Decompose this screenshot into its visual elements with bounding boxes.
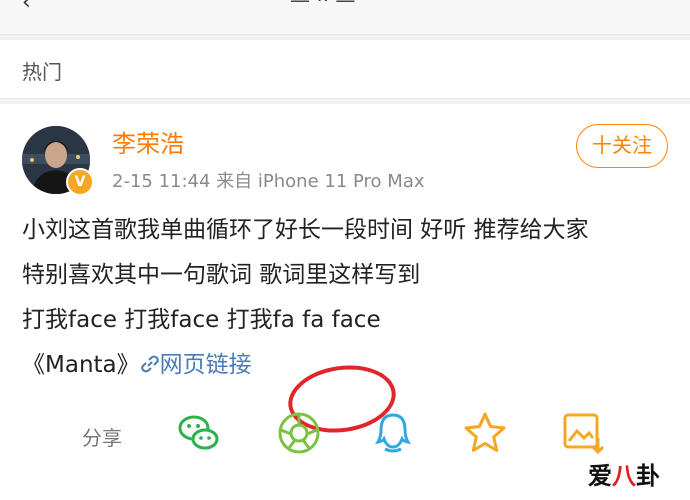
follow-button[interactable]: 十关注 <box>576 124 668 168</box>
section-label: 热门 <box>22 60 62 84</box>
share-label: 分享 <box>82 426 122 450</box>
verified-badge-icon: V <box>66 168 94 196</box>
post-text-line-3: 打我face 打我face 打我fa fa face <box>22 307 381 333</box>
qq-icon[interactable] <box>370 410 416 456</box>
save-image-icon[interactable] <box>560 410 606 456</box>
post-source: 来自 iPhone 11 Pro Max <box>216 171 425 192</box>
post-meta: 2-15 11:44 来自 iPhone 11 Pro Max <box>112 167 425 193</box>
post-text-line-2: 特别喜欢其中一句歌词 歌词里这样写到 <box>22 262 421 288</box>
song-title: 《Manta》 <box>22 352 140 378</box>
section-header: 热门 <box>0 40 690 99</box>
web-link-label: 网页链接 <box>159 352 252 378</box>
watermark-logo: 爱八卦 <box>588 462 660 490</box>
wechat-icon[interactable] <box>176 410 222 456</box>
moments-icon[interactable] <box>276 410 322 456</box>
post-timestamp: 2-15 11:44 <box>112 171 211 192</box>
favorite-icon[interactable] <box>462 410 508 456</box>
post-text-line-1: 小刘这首歌我单曲循环了好长一段时间 好听 推荐给大家 <box>22 217 589 243</box>
weibo-post: V 李荣浩 2-15 11:44 来自 iPhone 11 Pro Max 十关… <box>0 104 690 500</box>
top-bar: ‹ — ·· — <box>0 0 690 35</box>
back-icon[interactable]: ‹ <box>22 0 31 15</box>
author-name[interactable]: 李荣浩 <box>112 124 184 159</box>
link-icon <box>140 355 159 373</box>
web-link[interactable]: 网页链接 <box>140 352 252 378</box>
top-title-cropped: — ·· — <box>290 0 356 12</box>
post-content: 小刘这首歌我单曲循环了好长一段时间 好听 推荐给大家 特别喜欢其中一句歌词 歌词… <box>22 208 672 388</box>
